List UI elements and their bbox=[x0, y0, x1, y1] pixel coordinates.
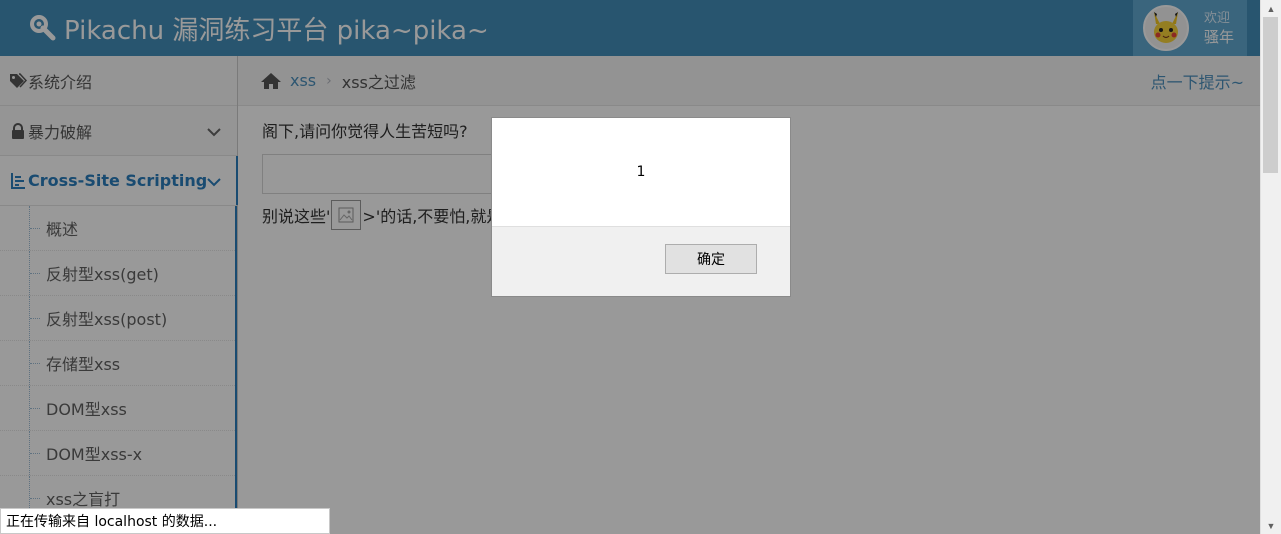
ok-button[interactable]: 确定 bbox=[665, 244, 757, 274]
alert-dialog: 1 确定 bbox=[491, 117, 791, 297]
vertical-scrollbar[interactable]: ▲ ▼ bbox=[1260, 0, 1281, 534]
scroll-up-arrow-icon[interactable]: ▲ bbox=[1261, 0, 1281, 17]
scroll-thumb[interactable] bbox=[1263, 17, 1278, 173]
status-bar: 正在传输来自 localhost 的数据... bbox=[0, 508, 330, 534]
scroll-down-arrow-icon[interactable]: ▼ bbox=[1261, 517, 1281, 534]
alert-message: 1 bbox=[492, 118, 790, 227]
